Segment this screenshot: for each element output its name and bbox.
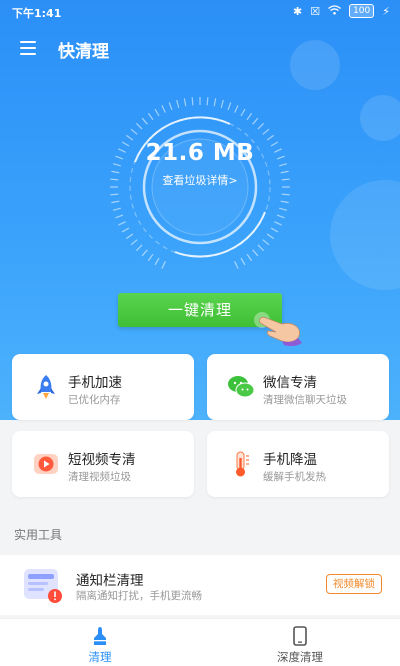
pointing-hand-icon xyxy=(254,312,302,346)
battery-icon: 100 xyxy=(349,4,375,18)
junk-size-value: 21.6 MB xyxy=(145,140,255,166)
video-unlock-badge[interactable]: 视频解锁 xyxy=(326,574,382,594)
card-title: 微信专清 xyxy=(263,375,317,391)
video-play-icon xyxy=(34,454,58,474)
tool-subtitle: 隔离通知打扰，手机更流畅 xyxy=(76,590,202,602)
status-icons: ✱ ☒ 100 ⚡ xyxy=(293,4,390,18)
gauge-center: 21.6 MB 查看垃圾详情> xyxy=(80,140,320,188)
card-title: 手机降温 xyxy=(263,452,317,468)
wifi-icon xyxy=(328,4,341,18)
tool-item-notification-clean[interactable]: 通知栏清理 隔离通知打扰，手机更流畅 视频解锁 xyxy=(0,555,400,615)
bluetooth-icon: ✱ xyxy=(292,4,303,18)
wechat-icon xyxy=(228,376,255,398)
card-short-video-clean[interactable]: 短视频专清 清理视频垃圾 xyxy=(12,431,194,497)
status-time: 下午1:41 xyxy=(12,7,62,20)
notification-icon xyxy=(24,569,62,603)
card-subtitle: 清理视频垃圾 xyxy=(68,471,131,483)
thermometer-icon xyxy=(236,451,249,477)
decor-bubble xyxy=(360,95,400,141)
card-subtitle: 缓解手机发热 xyxy=(263,471,326,483)
tab-deep-clean[interactable]: 深度清理 xyxy=(200,619,400,666)
phone-icon xyxy=(293,626,307,646)
status-bar: 下午1:41 ✱ ☒ 100 ⚡ xyxy=(0,0,400,24)
bottom-tab-bar: 清理 深度清理 xyxy=(0,618,400,666)
tab-label: 清理 xyxy=(88,650,112,664)
decor-bubble xyxy=(330,180,400,290)
section-label-tools: 实用工具 xyxy=(14,528,63,542)
tab-label: 深度清理 xyxy=(277,650,323,664)
card-title: 短视频专清 xyxy=(68,452,136,468)
top-bar: 快清理 xyxy=(0,34,400,64)
sim-icon: ☒ xyxy=(310,4,321,18)
tool-title: 通知栏清理 xyxy=(76,573,144,589)
card-subtitle: 已优化内存 xyxy=(68,394,121,406)
card-phone-cooldown[interactable]: 手机降温 缓解手机发热 xyxy=(207,431,389,497)
charging-icon: ⚡ xyxy=(382,4,390,18)
card-wechat-clean[interactable]: 微信专清 清理微信聊天垃圾 xyxy=(207,354,389,420)
junk-detail-link[interactable]: 查看垃圾详情> xyxy=(80,172,320,188)
menu-icon[interactable] xyxy=(20,41,36,55)
broom-icon xyxy=(94,627,106,645)
card-title: 手机加速 xyxy=(68,375,122,391)
page-title: 快清理 xyxy=(58,42,109,62)
tab-clean[interactable]: 清理 xyxy=(0,619,200,666)
card-subtitle: 清理微信聊天垃圾 xyxy=(263,394,347,406)
card-phone-speedup[interactable]: 手机加速 已优化内存 xyxy=(12,354,194,420)
rocket-icon xyxy=(37,375,55,399)
